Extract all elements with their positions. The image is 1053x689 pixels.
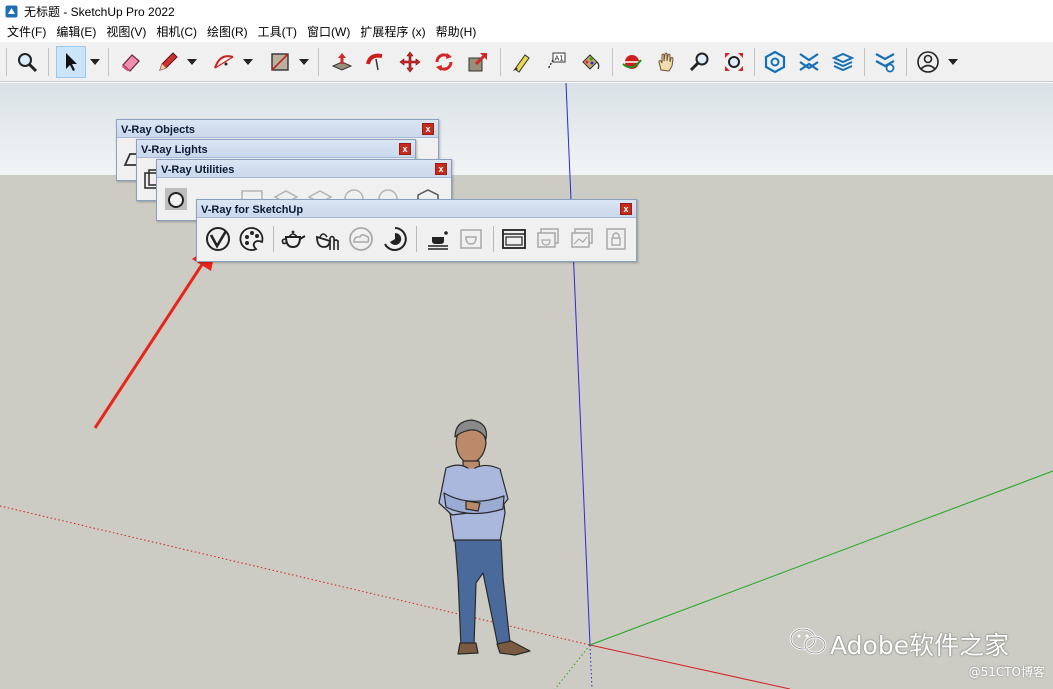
menu-edit[interactable]: 编辑(E)	[51, 22, 101, 42]
panel-header[interactable]: V-Ray Utilities x	[157, 160, 451, 178]
scale-icon[interactable]	[463, 46, 493, 78]
arc-icon[interactable]	[209, 46, 239, 78]
window-title: 无标题 - SketchUp Pro 2022	[24, 4, 175, 19]
3d-warehouse-icon[interactable]	[760, 46, 790, 78]
vray-lock-icon[interactable]	[601, 224, 631, 254]
extension-warehouse-icon[interactable]	[794, 46, 824, 78]
menu-tools[interactable]: 工具(T)	[253, 22, 302, 42]
zoom-icon[interactable]	[12, 46, 42, 78]
layout-icon[interactable]	[828, 46, 858, 78]
text-icon[interactable]: A1	[541, 46, 571, 78]
panel-header[interactable]: V-Ray for SketchUp x	[197, 200, 636, 218]
push-pull-icon[interactable]	[327, 46, 357, 78]
toolbar-separator	[754, 48, 755, 76]
panel-title: V-Ray Objects	[121, 124, 195, 136]
panel-separator	[273, 226, 274, 252]
panel-title: V-Ray Utilities	[161, 164, 235, 176]
account-dropdown-arrow[interactable]	[946, 46, 960, 78]
sketchup-app-icon	[5, 5, 18, 18]
menu-draw[interactable]: 绘图(R)	[202, 22, 253, 42]
svg-text:A1: A1	[555, 55, 564, 63]
extension-manager-icon[interactable]	[870, 46, 900, 78]
menu-camera[interactable]: 相机(C)	[151, 22, 202, 42]
close-icon[interactable]: x	[435, 163, 447, 175]
wechat-icon	[788, 625, 830, 662]
paint-bucket-icon[interactable]	[575, 46, 605, 78]
toolbar-separator	[864, 48, 865, 76]
rotate-icon[interactable]	[429, 46, 459, 78]
toolbar-separator	[6, 48, 7, 76]
main-toolbar: A1	[0, 42, 1053, 82]
menu-bar: 文件(F) 编辑(E) 视图(V) 相机(C) 绘图(R) 工具(T) 窗口(W…	[0, 22, 1053, 42]
menu-extensions[interactable]: 扩展程序 (x)	[355, 22, 430, 42]
arc-dropdown-arrow[interactable]	[241, 46, 255, 78]
panel-title: V-Ray for SketchUp	[201, 204, 304, 216]
select-icon[interactable]	[56, 46, 86, 78]
menu-file[interactable]: 文件(F)	[2, 22, 51, 42]
toolbar-separator	[48, 48, 49, 76]
select-dropdown-arrow[interactable]	[88, 46, 102, 78]
move-icon[interactable]	[395, 46, 425, 78]
panel-header[interactable]: V-Ray Lights x	[137, 140, 415, 158]
close-icon[interactable]: x	[620, 203, 632, 215]
toolbar-separator	[612, 48, 613, 76]
watermark-text: Adobe软件之家	[830, 630, 1010, 660]
close-icon[interactable]: x	[422, 123, 434, 135]
vray-frame-buffer-teapot-icon[interactable]	[456, 224, 486, 254]
menu-window[interactable]: 窗口(W)	[302, 22, 355, 42]
title-bar: 无标题 - SketchUp Pro 2022	[0, 0, 1053, 22]
tape-measure-icon[interactable]	[507, 46, 537, 78]
vray-image-stack-icon[interactable]	[567, 224, 597, 254]
rectangle-icon[interactable]	[265, 46, 295, 78]
watermark-subtext: @51CTO博客	[968, 665, 1045, 679]
toolbar-separator	[500, 48, 501, 76]
menu-view[interactable]: 视图(V)	[101, 22, 151, 42]
vray-material-preview-icon[interactable]	[161, 184, 191, 214]
follow-me-icon[interactable]	[361, 46, 391, 78]
vray-render-teapot-icon[interactable]	[278, 224, 308, 254]
vray-lighting-analysis-icon[interactable]	[423, 224, 453, 254]
watermark: Adobe软件之家	[788, 625, 1009, 662]
panel-separator	[416, 226, 417, 252]
panel-title: V-Ray Lights	[141, 144, 208, 156]
orbit-icon[interactable]	[617, 46, 647, 78]
vray-batch-render-icon[interactable]	[533, 224, 563, 254]
pan-icon[interactable]	[651, 46, 681, 78]
toolbar-separator	[906, 48, 907, 76]
line-dropdown-arrow[interactable]	[185, 46, 199, 78]
vray-render-progress-icon[interactable]	[380, 224, 410, 254]
eraser-icon[interactable]	[116, 46, 146, 78]
panel-separator	[493, 226, 494, 252]
pencil-icon[interactable]	[153, 46, 183, 78]
zoom-extents-icon[interactable]	[719, 46, 749, 78]
vray-material-palette-icon[interactable]	[237, 224, 267, 254]
account-icon[interactable]	[913, 46, 943, 78]
vray-for-sketchup-panel[interactable]: V-Ray for SketchUp x	[196, 199, 637, 262]
toolbar-separator	[108, 48, 109, 76]
vray-frame-buffer-icon[interactable]	[499, 224, 529, 254]
menu-help[interactable]: 帮助(H)	[431, 22, 482, 42]
panel-header[interactable]: V-Ray Objects x	[117, 120, 438, 138]
vray-asset-editor-icon[interactable]	[203, 224, 233, 254]
vray-interactive-render-icon[interactable]	[312, 224, 342, 254]
zoom-tool-icon[interactable]	[685, 46, 715, 78]
shape-dropdown-arrow[interactable]	[297, 46, 311, 78]
toolbar-separator	[318, 48, 319, 76]
vray-cloud-render-icon[interactable]	[346, 224, 376, 254]
close-icon[interactable]: x	[399, 143, 411, 155]
drawing-viewport[interactable]: V-Ray Objects x V-Ray Lights x V-Ray Uti…	[0, 83, 1053, 689]
